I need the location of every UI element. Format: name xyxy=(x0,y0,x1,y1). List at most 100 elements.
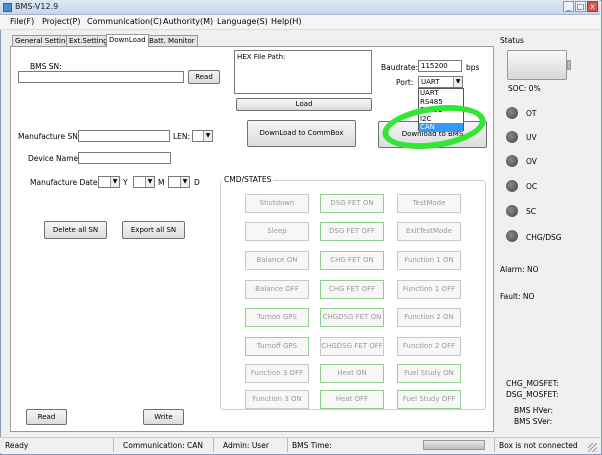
cmd-button-function-1-on[interactable]: Function 1 ON xyxy=(397,251,461,270)
port-select[interactable]: UART ▼ xyxy=(418,76,463,88)
menu-authority[interactable]: Authority(M) xyxy=(163,17,213,26)
cmd-button-function-2-off[interactable]: Function 2 OFF xyxy=(397,337,461,356)
cmd-button-chg-fet-off[interactable]: CHG FET OFF xyxy=(320,280,384,299)
cmd-button-sleep[interactable]: Sleep xyxy=(245,222,309,241)
port-selected-value: UART xyxy=(421,78,440,86)
status-admin: Admin: User xyxy=(223,441,269,450)
port-option-rs485[interactable]: RS485 xyxy=(419,98,463,107)
oc-indicator-icon xyxy=(506,180,518,192)
status-separator xyxy=(113,438,114,452)
manufacture-sn-input[interactable] xyxy=(78,130,170,142)
menu-project[interactable]: Project(P) xyxy=(42,17,80,26)
month-label: M xyxy=(158,178,165,187)
manufacture-date-label: Manufacture Date: xyxy=(30,178,100,187)
cmd-button-turnoff-gps[interactable]: Turnoff GPS xyxy=(245,337,309,356)
download-to-commbox-button[interactable]: DownLoad to CommBox xyxy=(247,120,356,147)
year-label: Y xyxy=(123,178,128,187)
cmd-button-shutdown[interactable]: Shutdown xyxy=(245,194,309,213)
tab-download[interactable]: DownLoad xyxy=(106,34,149,47)
cmd-button-testmode[interactable]: TestMode xyxy=(397,194,461,213)
cmd-button-fuel-study-off[interactable]: Fuel Study OFF xyxy=(397,390,461,409)
bms-sn-label: BMS SN: xyxy=(30,62,62,71)
menu-communication[interactable]: Communication(C) xyxy=(87,17,162,26)
chg-dsg-indicator-icon xyxy=(506,230,518,242)
port-label: Port: xyxy=(396,78,414,87)
ot-label: OT xyxy=(526,109,537,118)
cmd-button-chgdsg-fet-on[interactable]: CHGDSG FET ON xyxy=(320,308,384,327)
alarm-label: Alarm: NO xyxy=(500,265,539,274)
app-icon xyxy=(3,3,12,12)
device-name-input[interactable] xyxy=(78,152,171,164)
day-select[interactable]: ▼ xyxy=(168,176,190,188)
ot-indicator-icon xyxy=(506,107,518,119)
bms-sver-label: BMS SVer: xyxy=(514,417,553,426)
sc-indicator-icon xyxy=(506,205,518,217)
status-communication: Communication: CAN xyxy=(123,441,204,450)
oc-label: OC xyxy=(526,182,538,191)
cmd-button-fuel-study-on[interactable]: Fuel Study ON xyxy=(397,364,461,383)
cmd-button-balance-off[interactable]: Balance OFF xyxy=(245,280,309,299)
port-option-rs232[interactable]: RS232 xyxy=(419,106,463,115)
port-option-i2c[interactable]: I2C xyxy=(419,115,463,124)
cmd-button-function-3-off[interactable]: Function 3 OFF xyxy=(245,364,309,383)
cmd-button-chgdsg-fet-off[interactable]: CHGDSG FET OFF xyxy=(320,337,384,356)
minimize-button[interactable]: _ xyxy=(563,1,574,12)
hex-file-path-box[interactable]: HEX File Path: xyxy=(234,50,372,94)
window-title: BMS-V12.9 xyxy=(15,2,59,11)
cmd-button-function-3-on[interactable]: Function 3 ON xyxy=(245,390,309,409)
status-separator xyxy=(213,438,214,452)
cmd-button-exittestmode[interactable]: ExitTestMode xyxy=(397,222,461,241)
ov-indicator-icon xyxy=(506,155,518,167)
baudrate-input[interactable]: 115200 xyxy=(418,60,462,72)
len-select[interactable]: ▼ xyxy=(192,130,213,142)
uv-label: UV xyxy=(526,133,537,142)
port-option-can[interactable]: CAN xyxy=(419,123,463,132)
day-label: D xyxy=(194,178,200,187)
export-all-sn-button[interactable]: Export all SN xyxy=(122,221,185,239)
menu-bar: File(F) Project(P) Communication(C) Auth… xyxy=(0,15,600,30)
chevron-down-icon: ▼ xyxy=(180,177,189,187)
baudrate-label: Baudrate: xyxy=(381,63,419,72)
bps-label: bps xyxy=(466,63,480,72)
len-label: LEN: xyxy=(173,132,191,141)
device-name-label: Device Name: xyxy=(28,154,81,163)
menu-file[interactable]: File(F) xyxy=(10,17,34,26)
delete-all-sn-button[interactable]: Delete all SN xyxy=(44,221,107,239)
menu-language[interactable]: Language(S) xyxy=(217,17,268,26)
close-button[interactable]: x xyxy=(587,1,598,12)
cmd-button-heat-off[interactable]: Heat OFF xyxy=(320,390,384,409)
write-button[interactable]: Write xyxy=(143,409,184,425)
resize-grip-icon[interactable] xyxy=(588,443,597,452)
read-sn-button[interactable]: Read xyxy=(188,70,220,84)
cmd-button-dsg-fet-off[interactable]: DSG FET OFF xyxy=(320,222,384,241)
hex-file-path-label: HEX File Path: xyxy=(237,53,286,61)
battery-terminal-icon xyxy=(567,60,571,70)
chevron-down-icon: ▼ xyxy=(145,177,154,187)
cmd-button-chg-fet-on[interactable]: CHG FET ON xyxy=(320,251,384,270)
title-bar: BMS-V12.9 _ □ x xyxy=(0,0,600,15)
status-bms-time: BMS Time: xyxy=(292,441,332,450)
maximize-button[interactable]: □ xyxy=(575,1,586,12)
cmd-button-function-1-off[interactable]: Function 1 OFF xyxy=(397,280,461,299)
load-button[interactable]: Load xyxy=(236,98,372,111)
chevron-down-icon: ▼ xyxy=(453,77,462,87)
status-ready: Ready xyxy=(5,441,29,450)
year-select[interactable]: ▼ xyxy=(98,176,120,188)
read-button[interactable]: Read xyxy=(26,409,67,425)
cmd-button-dsg-fet-on[interactable]: DSG FET ON xyxy=(320,194,384,213)
status-connection: Box is not connected xyxy=(499,441,578,450)
bms-hver-label: BMS HVer: xyxy=(514,406,554,415)
port-option-uart[interactable]: UART xyxy=(419,89,463,98)
port-dropdown-list: UART RS485 RS232 I2C CAN xyxy=(418,88,464,132)
manufacture-sn-label: Manufacture SN: xyxy=(18,132,81,141)
cmd-button-turnon-gps[interactable]: Turnon GPS xyxy=(245,308,309,327)
cmd-button-heat-on[interactable]: Heat ON xyxy=(320,364,384,383)
menu-help[interactable]: Help(H) xyxy=(271,17,302,26)
month-select[interactable]: ▼ xyxy=(133,176,155,188)
cmd-button-balance-on[interactable]: Balance ON xyxy=(245,251,309,270)
progress-bar xyxy=(423,440,485,450)
sc-label: SC xyxy=(526,207,536,216)
chevron-down-icon: ▼ xyxy=(203,131,212,141)
bms-sn-input[interactable] xyxy=(18,71,184,83)
cmd-button-function-2-on[interactable]: Function 2 ON xyxy=(397,308,461,327)
